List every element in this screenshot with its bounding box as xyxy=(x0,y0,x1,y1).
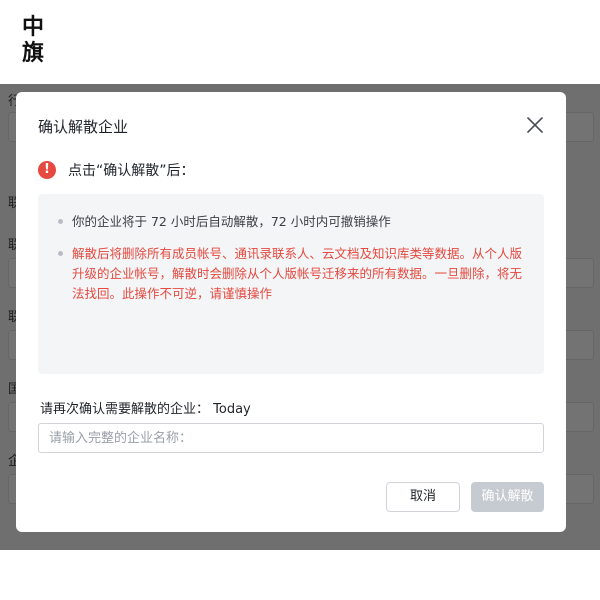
close-button[interactable] xyxy=(526,116,544,134)
confirm-dissolve-button[interactable]: 确认解散 xyxy=(471,482,544,512)
company-name-input[interactable] xyxy=(38,423,544,453)
brand-logo: 中 旗 xyxy=(18,14,48,72)
logo-char-1: 中 xyxy=(21,14,44,40)
exclamation-circle-icon: ! xyxy=(38,161,56,179)
dialog-title: 确认解散企业 xyxy=(38,118,129,136)
dissolve-company-dialog: 确认解散企业 ! 点击“确认解散”后： 你的企业将于 72 小时后自动解散，72… xyxy=(16,92,566,532)
consequence-notes: 你的企业将于 72 小时后自动解散，72 小时内可撤销操作 解散后将删除所有成员… xyxy=(38,194,544,374)
warning-title: 点击“确认解散”后： xyxy=(68,163,195,179)
close-icon xyxy=(527,117,543,133)
confirm-prompt-text: 请再次确认需要解散的企业： xyxy=(40,402,210,417)
company-name: Today xyxy=(213,402,251,417)
warning-header: ! 点击“确认解散”后： xyxy=(38,160,195,180)
page: 中 旗 行业 规模 联 联 联 国 企 确认解散企业 ! 点击“确认解散”后： xyxy=(0,0,600,600)
confirm-prompt: 请再次确认需要解散的企业： Today xyxy=(40,398,251,417)
cancel-button[interactable]: 取消 xyxy=(386,482,460,512)
note-data-deletion: 解散后将删除所有成员帐号、通讯录联系人、云文档及知识库类等数据。从个人版升级的企… xyxy=(58,244,524,304)
note-undo-window: 你的企业将于 72 小时后自动解散，72 小时内可撤销操作 xyxy=(58,212,524,232)
logo-char-2: 旗 xyxy=(21,40,44,66)
